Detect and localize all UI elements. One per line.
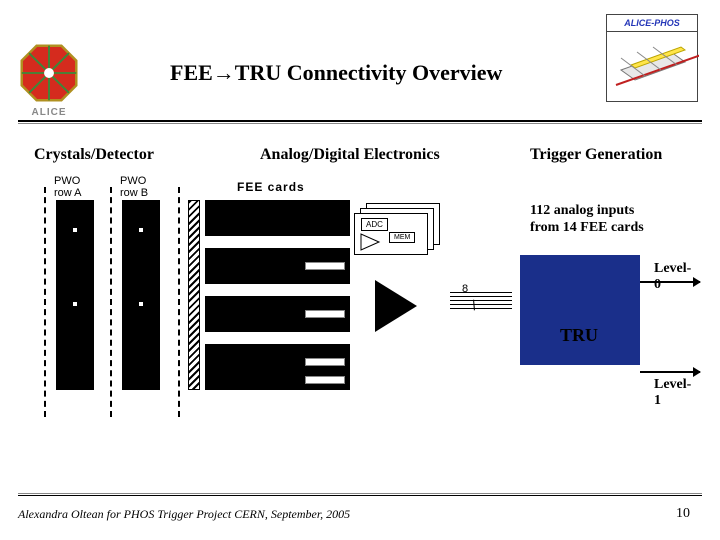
phos-logo-label: ALICE-PHOS: [607, 15, 697, 32]
fee-block: [205, 248, 350, 284]
crystal-column-a: [56, 200, 94, 390]
footer-text: Alexandra Oltean for PHOS Trigger Projec…: [18, 507, 350, 522]
alice-octagon-icon: [18, 42, 80, 104]
section-analog: Analog/Digital Electronics: [260, 146, 440, 164]
mem-label: MEM: [389, 232, 415, 243]
dash-line: [178, 187, 180, 417]
section-trigger: Trigger Generation: [530, 146, 662, 164]
adc-label: ADC: [361, 218, 388, 231]
section-crystals: Crystals/Detector: [34, 146, 154, 164]
footer-rule-b: [18, 495, 702, 496]
footer-rule: [18, 493, 702, 494]
fee-block: [205, 200, 350, 236]
adc-card-front: ADC MEM: [354, 213, 428, 255]
fee-block: [205, 344, 350, 390]
crystal-column-b: [122, 200, 160, 390]
phos-logo: ALICE-PHOS: [606, 14, 698, 102]
dash-line: [44, 187, 46, 417]
note-112-inputs: 112 analog inputs from 14 FEE cards: [530, 203, 644, 237]
fee-cards-label: FEE cards: [237, 180, 305, 194]
header-rule: [18, 120, 702, 122]
bus-count: 8: [462, 283, 468, 295]
alice-logo-label: ALICE: [18, 107, 80, 118]
dash-line: [110, 187, 112, 417]
tru-box: [520, 255, 640, 365]
pwo-row-a-label: PWO row A: [54, 175, 82, 199]
level-0-label: Level-0: [654, 261, 691, 293]
tru-label: TRU: [560, 325, 598, 346]
fee-block: [205, 296, 350, 332]
page-title: FEE→TRU Connectivity Overview: [170, 60, 502, 86]
diagram: PWO row A PWO row B FEE cards: [30, 175, 690, 455]
level-1-arrow: [640, 371, 700, 373]
pwo-row-b-label: PWO row B: [120, 175, 148, 199]
hatch-connector: [188, 200, 200, 390]
play-arrow-icon: [375, 280, 417, 332]
alice-logo: ALICE: [18, 42, 80, 118]
header-rule-shadow: [18, 123, 702, 124]
level-1-label: Level-1: [654, 377, 691, 409]
page-number: 10: [676, 506, 690, 522]
slide: ALICE ALICE-PHOS FEE→TRU Connectivity Ov…: [0, 0, 720, 540]
phos-detector-icon: [607, 32, 697, 96]
amplifier-icon: [359, 232, 383, 252]
